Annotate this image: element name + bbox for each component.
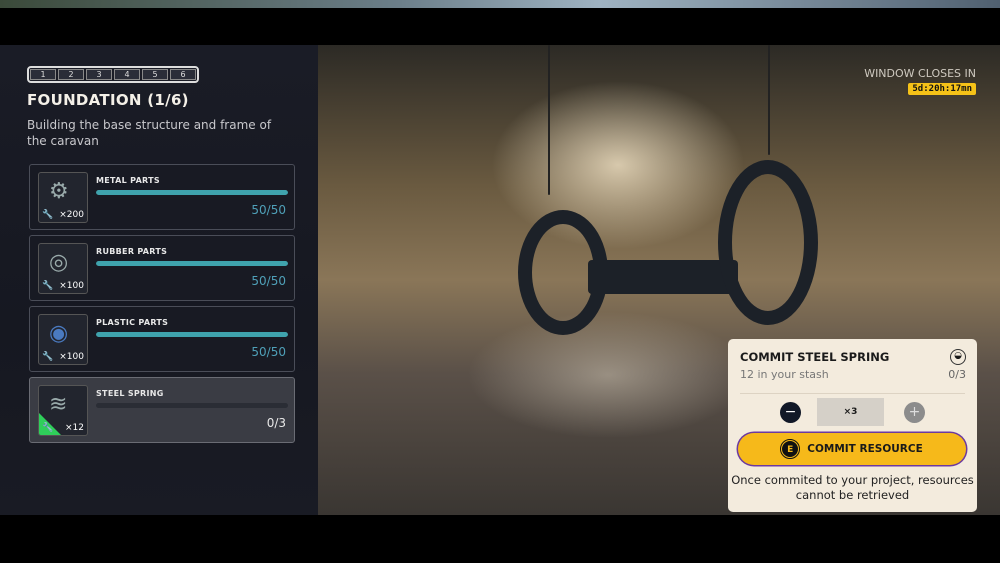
stash-count: 12 in your stash (740, 368, 829, 381)
step-3[interactable]: 3 (86, 69, 112, 80)
stage-description: Building the base structure and frame of… (27, 118, 272, 148)
progress-fill (96, 261, 288, 266)
resource-name: RUBBER PARTS (96, 247, 168, 256)
step-6[interactable]: 6 (170, 69, 196, 80)
commit-resource-label: COMMIT RESOURCE (807, 443, 923, 455)
wrench-icon: 🔧 (42, 352, 54, 362)
commit-title: COMMIT STEEL SPRING (740, 350, 890, 364)
committed-count: 0/3 (948, 368, 966, 381)
decrease-button[interactable]: − (780, 402, 801, 423)
amount-field[interactable]: ×3 (817, 398, 884, 426)
resource-name: STEEL SPRING (96, 389, 164, 398)
wrench-icon: 🔧 (42, 210, 54, 220)
divider (740, 393, 965, 394)
resource-thumbnail: ≋ 🔧 ×12 (38, 385, 88, 436)
progress-fill (96, 190, 288, 195)
resource-card-steel-spring[interactable]: ≋ 🔧 ×12 STEEL SPRING 0/3 (29, 377, 295, 443)
commit-resource-button[interactable]: E COMMIT RESOURCE (738, 433, 966, 465)
resource-thumbnail: ◎ 🔧 ×100 (38, 243, 88, 294)
resource-thumbnail: ⚙ 🔧 ×200 (38, 172, 88, 223)
background-strip (0, 0, 1000, 8)
resource-name: PLASTIC PARTS (96, 318, 169, 327)
resource-quantity: ×200 (59, 210, 84, 220)
commit-warning: Once commited to your project, resources… (731, 473, 974, 502)
resource-progress-bar (96, 261, 288, 266)
resource-thumbnail: ◉ 🔧 ×100 (38, 314, 88, 365)
resource-card-rubber[interactable]: ◎ 🔧 ×100 RUBBER PARTS 50/50 (29, 235, 295, 301)
resource-progress-count: 50/50 (251, 203, 286, 217)
step-5[interactable]: 5 (142, 69, 168, 80)
spring-part-ring-right (718, 160, 818, 325)
stage-title: FOUNDATION (1/6) (27, 91, 189, 109)
resource-card-plastic[interactable]: ◉ 🔧 ×100 PLASTIC PARTS 50/50 (29, 306, 295, 372)
wrench-icon: 🔧 (42, 423, 54, 433)
progress-fill (96, 332, 288, 337)
resource-card-metal[interactable]: ⚙ 🔧 ×200 METAL PARTS 50/50 (29, 164, 295, 230)
wrench-icon: 🔧 (42, 281, 54, 291)
project-icon: ◒ (950, 349, 966, 365)
resource-quantity: ×12 (65, 423, 84, 433)
resource-progress-bar (96, 403, 288, 408)
step-4[interactable]: 4 (114, 69, 140, 80)
resource-quantity: ×100 (59, 281, 84, 291)
resource-progress-bar (96, 190, 288, 195)
resource-progress-count: 0/3 (266, 416, 286, 430)
resource-progress-bar (96, 332, 288, 337)
window-timer: 5d:20h:17mn (908, 83, 976, 95)
step-2[interactable]: 2 (58, 69, 84, 80)
stage-stepper: 1 2 3 4 5 6 (27, 66, 199, 83)
window-closes-label: WINDOW CLOSES IN (864, 67, 976, 80)
resource-name: METAL PARTS (96, 176, 160, 185)
step-1[interactable]: 1 (30, 69, 56, 80)
resource-quantity: ×100 (59, 352, 84, 362)
resource-progress-count: 50/50 (251, 274, 286, 288)
e-key-icon: E (780, 439, 801, 459)
increase-button[interactable]: + (904, 402, 925, 423)
resource-progress-count: 50/50 (251, 345, 286, 359)
commit-panel: COMMIT STEEL SPRING 12 in your stash ◒ 0… (728, 339, 977, 512)
